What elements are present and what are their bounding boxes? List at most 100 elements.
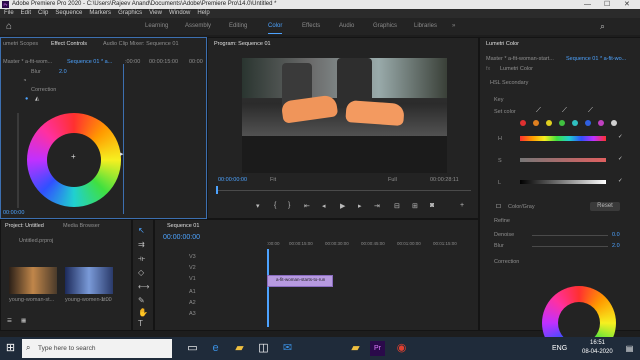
correction-section-label[interactable]: Correction	[494, 259, 519, 265]
saturation-range-slider[interactable]	[520, 158, 606, 162]
s-checkbox[interactable]: ✓	[618, 156, 623, 162]
reset-button[interactable]: Reset	[590, 202, 620, 211]
edge-icon[interactable]: e	[208, 341, 223, 356]
program-video-frame[interactable]	[242, 58, 447, 173]
marker-icon[interactable]: ▾	[256, 202, 260, 210]
lumetri-preset[interactable]: Lumetri Color	[500, 66, 533, 72]
luminance-range-slider[interactable]	[520, 180, 606, 184]
color-wheel[interactable]: +	[27, 113, 121, 207]
eyedropper-set-icon[interactable]: ⟋	[536, 107, 541, 115]
task-view-icon[interactable]: ▭	[185, 341, 200, 356]
menu-clip[interactable]: Clip	[38, 10, 48, 16]
hand-tool-icon[interactable]: ✋	[138, 308, 148, 317]
color-swatch[interactable]	[572, 120, 578, 126]
track-label-v3[interactable]: V3	[189, 254, 196, 260]
color-swatch[interactable]	[559, 120, 565, 126]
workspace-effects[interactable]: Effects	[302, 23, 320, 29]
menu-window[interactable]: Window	[169, 10, 190, 16]
stopwatch-icon[interactable]: ◔	[23, 78, 26, 84]
minimize-icon[interactable]: —	[584, 0, 591, 9]
selection-tool-icon[interactable]: ↖	[138, 226, 145, 235]
track-label-a1[interactable]: A1	[189, 289, 196, 295]
mail-icon[interactable]: ✉	[280, 341, 295, 356]
tab-lumetri-color[interactable]: Lumetri Color	[486, 41, 519, 47]
track-select-icon[interactable]: ⇉	[138, 240, 145, 249]
effect-source-label[interactable]: Master * a-fit-wom...	[3, 59, 52, 65]
export-frame-icon[interactable]: ◙	[430, 202, 434, 209]
program-scrub-bar[interactable]	[216, 190, 471, 191]
workspace-more-icon[interactable]: »	[452, 23, 455, 29]
tab-effect-controls[interactable]: Effect Controls	[51, 41, 87, 47]
pen-tool-icon[interactable]: ✎	[138, 296, 145, 305]
step-forward-icon[interactable]: ▸	[358, 202, 362, 210]
color-swatch[interactable]	[533, 120, 539, 126]
l-checkbox[interactable]: ✓	[618, 178, 623, 184]
workspace-graphics[interactable]: Graphics	[373, 23, 397, 29]
close-icon[interactable]: ✕	[624, 0, 630, 9]
ripple-edit-icon[interactable]: ⟛	[138, 254, 145, 264]
clock-date[interactable]: 08-04-2020	[582, 349, 613, 355]
effect-sequence-label[interactable]: Sequence 01 * a...	[67, 59, 112, 65]
menu-graphics[interactable]: Graphics	[118, 10, 142, 16]
chrome-icon[interactable]: ◉	[394, 341, 409, 356]
clip-thumbnail-2[interactable]	[65, 267, 113, 294]
lift-icon[interactable]: ⊟	[394, 202, 400, 210]
step-back-icon[interactable]: ◂	[322, 202, 326, 210]
maximize-icon[interactable]: ☐	[604, 0, 610, 9]
mark-out-icon[interactable]: }	[288, 202, 290, 209]
lang-indicator[interactable]: ENG	[552, 341, 567, 356]
lumetri-source[interactable]: Master * a-fit-woman-start...	[486, 56, 554, 62]
quality-dropdown[interactable]: Full	[388, 177, 397, 183]
workspace-audio[interactable]: Audio	[339, 23, 354, 29]
track-label-a2[interactable]: A2	[189, 300, 196, 306]
tab-program[interactable]: Program: Sequence 01	[214, 41, 271, 47]
eyedropper-remove-icon[interactable]: ⟋	[588, 107, 593, 115]
go-to-out-icon[interactable]: ⇥	[374, 202, 380, 210]
slip-tool-icon[interactable]: ⟷	[138, 282, 149, 291]
folder-icon[interactable]: ▰	[348, 341, 363, 356]
tab-lumetri-scopes[interactable]: umetri Scopes	[3, 41, 38, 47]
color-swatch[interactable]	[585, 120, 591, 126]
program-timecode[interactable]: 00:00:00:00	[218, 177, 247, 183]
tab-sequence[interactable]: Sequence 01	[167, 223, 199, 229]
menu-markers[interactable]: Markers	[89, 10, 111, 16]
color-swatch[interactable]	[520, 120, 526, 126]
denoise-value[interactable]: 0.0	[612, 232, 620, 238]
ec-playhead[interactable]	[123, 64, 124, 214]
program-playhead[interactable]	[216, 186, 218, 194]
menu-file[interactable]: File	[4, 10, 14, 16]
search-box[interactable]: ⌕ Type here to search	[22, 339, 172, 358]
notification-icon[interactable]: ▤	[622, 341, 637, 356]
keyframe-dot-icon[interactable]: ●	[25, 96, 28, 102]
workspace-editing[interactable]: Editing	[229, 23, 247, 29]
menu-edit[interactable]: Edit	[21, 10, 31, 16]
play-icon[interactable]: ▶	[340, 202, 345, 210]
premiere-taskbar-icon[interactable]: Pr	[370, 341, 385, 356]
list-view-icon[interactable]: ☰	[7, 318, 12, 324]
tab-audio-clip-mixer[interactable]: Audio Clip Mixer: Sequence 01	[103, 41, 179, 47]
home-icon[interactable]: ⌂	[6, 21, 12, 32]
type-tool-icon[interactable]: T	[138, 319, 143, 328]
color-swatch[interactable]	[598, 120, 604, 126]
fx-badge[interactable]: fx	[486, 66, 490, 72]
go-to-in-icon[interactable]: ⇤	[304, 202, 310, 210]
timeline-timecode[interactable]: 00:00:00:00	[163, 234, 200, 241]
workspace-learning[interactable]: Learning	[145, 23, 168, 29]
menu-view[interactable]: View	[149, 10, 162, 16]
clock-time[interactable]: 16:51	[590, 340, 605, 346]
windows-start-icon[interactable]: ⊞	[3, 341, 18, 356]
wheel-crosshair-icon[interactable]: +	[71, 152, 76, 161]
extract-icon[interactable]: ⊞	[412, 202, 418, 210]
denoise-slider[interactable]	[532, 235, 608, 236]
color-gray-dropdown[interactable]: Color/Gray	[508, 204, 535, 210]
clip-thumbnail-1[interactable]	[9, 267, 57, 294]
track-label-v1[interactable]: V1	[189, 276, 196, 282]
add-button-icon[interactable]: +	[460, 202, 464, 209]
key-label[interactable]: Key	[494, 97, 503, 103]
color-swatch[interactable]	[546, 120, 552, 126]
store-icon[interactable]: ◫	[256, 341, 271, 356]
icon-view-icon[interactable]: ▦	[21, 318, 26, 324]
h-checkbox[interactable]: ✓	[618, 134, 623, 140]
track-label-a3[interactable]: A3	[189, 311, 196, 317]
workspace-libraries[interactable]: Libraries	[414, 23, 437, 29]
